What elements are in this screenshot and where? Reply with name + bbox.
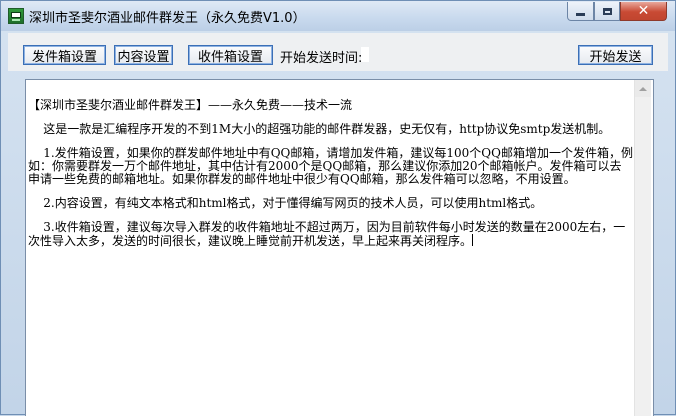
- vertical-scrollbar[interactable]: [634, 80, 651, 416]
- paragraph-receiver-settings-text: 3.收件箱设置，建议每次导入群发的收件箱地址不超过两万，因为目前软件每小时发送的…: [28, 220, 626, 248]
- main-window: 深圳市圣斐尔酒业邮件群发王（永久免费V1.0） ✕ 发件箱设置 内容设置 收件箱…: [0, 0, 676, 416]
- close-button[interactable]: ✕: [620, 2, 667, 21]
- close-icon: ✕: [637, 3, 650, 19]
- receiver-settings-button[interactable]: 收件箱设置: [188, 45, 273, 65]
- minimize-button[interactable]: [567, 2, 594, 21]
- start-time-label: 开始发送时间:: [280, 51, 363, 66]
- scroll-up-arrow-icon: [639, 86, 647, 91]
- mail-app-icon: [8, 8, 24, 24]
- window-title: 深圳市圣斐尔酒业邮件群发王（永久免费V1.0）: [29, 11, 306, 26]
- paragraph-intro: 这是一款是汇编程序开发的不到1M大小的超强功能的邮件群发器，史无仅有，http协…: [28, 122, 611, 136]
- paragraph-content-settings: 2.内容设置，有纯文本格式和html格式，对于懂得编写网页的技术人员，可以使用h…: [28, 196, 543, 210]
- text-caret: [472, 234, 474, 246]
- start-send-button[interactable]: 开始发送: [578, 45, 653, 65]
- start-time-input[interactable]: [361, 47, 369, 62]
- minimize-icon: [576, 12, 585, 16]
- maximize-icon: [602, 7, 612, 15]
- paragraph-receiver-settings: 3.收件箱设置，建议每次导入群发的收件箱地址不超过两万，因为目前软件每小时发送的…: [28, 221, 633, 248]
- title-bar[interactable]: 深圳市圣斐尔酒业邮件群发王（永久免费V1.0） ✕: [1, 1, 675, 31]
- paragraph-title: 【深圳市圣斐尔酒业邮件群发王】——永久免费——技术一流: [28, 98, 353, 112]
- toolbar: 发件箱设置 内容设置 收件箱设置 开始发送时间: 开始发送: [8, 33, 668, 71]
- sender-settings-button[interactable]: 发件箱设置: [23, 45, 106, 65]
- editor-content[interactable]: 【深圳市圣斐尔酒业邮件群发王】——永久免费——技术一流 这是一款是汇编程序开发的…: [28, 99, 633, 248]
- scroll-up-button[interactable]: [635, 80, 651, 97]
- paragraph-sender-settings: 1.发件箱设置，如果你的群发邮件地址中有QQ邮箱，请增加发件箱，建议每100个Q…: [28, 146, 633, 186]
- content-settings-button[interactable]: 内容设置: [114, 45, 173, 65]
- maximize-button[interactable]: [594, 2, 620, 21]
- message-editor[interactable]: 【深圳市圣斐尔酒业邮件群发王】——永久免费——技术一流 这是一款是汇编程序开发的…: [25, 79, 654, 416]
